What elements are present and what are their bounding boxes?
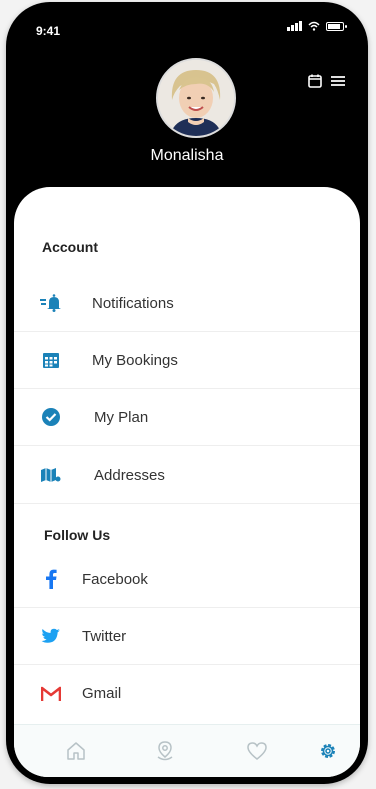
account-item-my-plan[interactable]: My Plan xyxy=(14,389,360,446)
nav-home-button[interactable] xyxy=(64,739,88,763)
social-item-facebook[interactable]: Facebook xyxy=(14,551,360,608)
header-actions xyxy=(308,74,346,88)
wifi-icon xyxy=(308,21,320,31)
facebook-icon xyxy=(40,568,62,590)
section-title-account: Account xyxy=(42,239,98,255)
status-bar: 9:41 xyxy=(6,2,368,46)
nav-location-button[interactable] xyxy=(153,739,177,763)
profile-name: Monalisha xyxy=(150,147,224,164)
avatar-image xyxy=(158,60,234,136)
status-icons xyxy=(287,21,347,31)
notification-bell-icon xyxy=(40,292,62,314)
signal-icon xyxy=(287,21,302,31)
bottom-navigation xyxy=(14,724,360,777)
status-time: 9:41 xyxy=(36,24,61,38)
calendar-icon[interactable] xyxy=(308,74,322,88)
account-item-label: My Bookings xyxy=(92,351,178,369)
section-title-follow-us: Follow Us xyxy=(44,527,111,543)
menu-icon[interactable] xyxy=(330,74,346,88)
account-item-label: Addresses xyxy=(94,466,165,484)
account-item-label: Notifications xyxy=(92,294,174,312)
location-pin-icon xyxy=(157,741,173,761)
social-item-label: Twitter xyxy=(82,627,127,645)
account-item-notifications[interactable]: Notifications xyxy=(14,275,360,332)
social-item-label: Gmail xyxy=(82,685,122,702)
settings-card: Account Notifications My Bookings My Pla… xyxy=(14,187,360,777)
heart-icon xyxy=(247,742,267,760)
settings-gear-icon xyxy=(321,744,335,758)
battery-icon xyxy=(326,21,347,31)
map-icon xyxy=(40,464,62,486)
account-item-my-bookings[interactable]: My Bookings xyxy=(14,332,360,389)
account-item-addresses[interactable]: Addresses xyxy=(14,447,360,504)
gmail-icon xyxy=(40,683,62,705)
social-item-twitter[interactable]: Twitter xyxy=(14,608,360,665)
social-item-gmail[interactable]: Gmail xyxy=(14,665,360,722)
phone-frame: 9:41 Monalisha Account Notifications My … xyxy=(6,2,368,784)
check-circle-icon xyxy=(40,406,62,428)
nav-settings-button[interactable] xyxy=(316,739,340,763)
account-item-label: My Plan xyxy=(94,408,149,426)
nav-favorites-button[interactable] xyxy=(245,739,269,763)
avatar[interactable] xyxy=(156,58,236,138)
home-icon xyxy=(67,742,85,760)
twitter-icon xyxy=(40,625,62,647)
social-item-label: Facebook xyxy=(82,570,148,588)
calendar-icon xyxy=(40,349,62,371)
